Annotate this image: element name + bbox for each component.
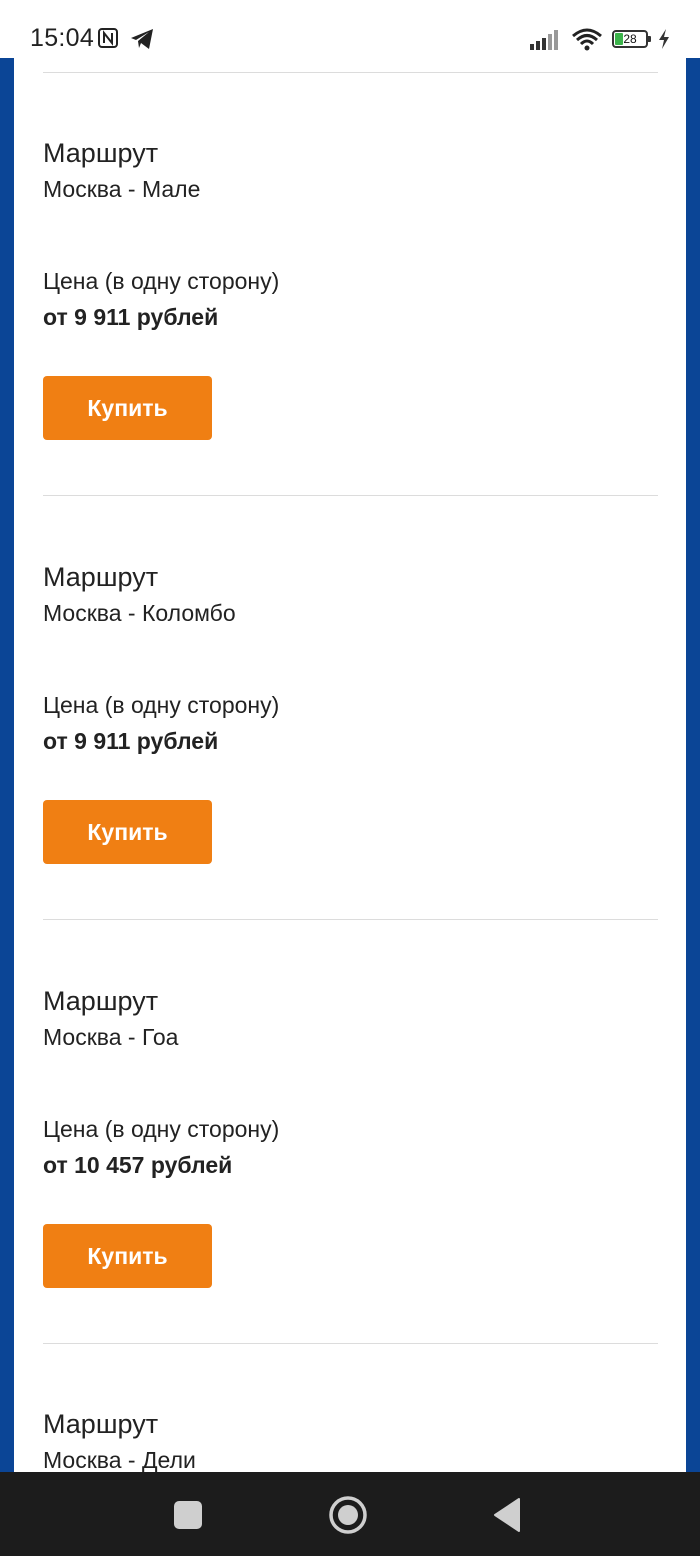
divider — [43, 495, 658, 496]
signal-icon — [530, 30, 558, 50]
route-label: Маршрут — [43, 562, 159, 592]
offers-list[interactable]: Маршрут Москва - Мале Цена (в одну сторо… — [14, 58, 686, 1472]
battery-icon: 28 — [612, 30, 651, 48]
status-indicators: 28 — [530, 26, 670, 52]
buy-button[interactable]: Купить — [43, 800, 212, 864]
route-label: Маршрут — [43, 138, 159, 168]
wifi-icon — [572, 28, 602, 51]
telegram-icon — [131, 29, 153, 49]
price-value: от 9 911 рублей — [43, 304, 219, 330]
price-label: Цена (в одну сторону) — [43, 692, 280, 718]
price-label: Цена (в одну сторону) — [43, 1116, 280, 1142]
price-value: от 9 911 рублей — [43, 728, 219, 754]
price-value: от 10 457 рублей — [43, 1152, 233, 1178]
status-time: 15:04 — [30, 24, 95, 52]
divider — [43, 919, 658, 920]
route-value: Москва - Гоа — [43, 1024, 179, 1050]
route-label: Маршрут — [43, 986, 159, 1016]
buy-button[interactable]: Купить — [43, 376, 212, 440]
route-value: Москва - Мале — [43, 176, 201, 202]
battery-level: 28 — [623, 32, 637, 46]
buy-button[interactable]: Купить — [43, 1224, 212, 1288]
divider — [43, 1343, 658, 1344]
nfc-icon — [98, 28, 118, 48]
back-icon[interactable] — [492, 1497, 522, 1533]
home-icon[interactable] — [328, 1495, 368, 1535]
navigation-bar — [0, 1472, 700, 1556]
route-value: Москва - Дели — [43, 1447, 196, 1472]
price-label: Цена (в одну сторону) — [43, 268, 280, 294]
route-value: Москва - Коломбо — [43, 600, 236, 626]
recents-icon[interactable] — [174, 1501, 202, 1529]
divider — [43, 72, 658, 73]
route-label: Маршрут — [43, 1409, 159, 1439]
charging-icon — [659, 29, 669, 49]
